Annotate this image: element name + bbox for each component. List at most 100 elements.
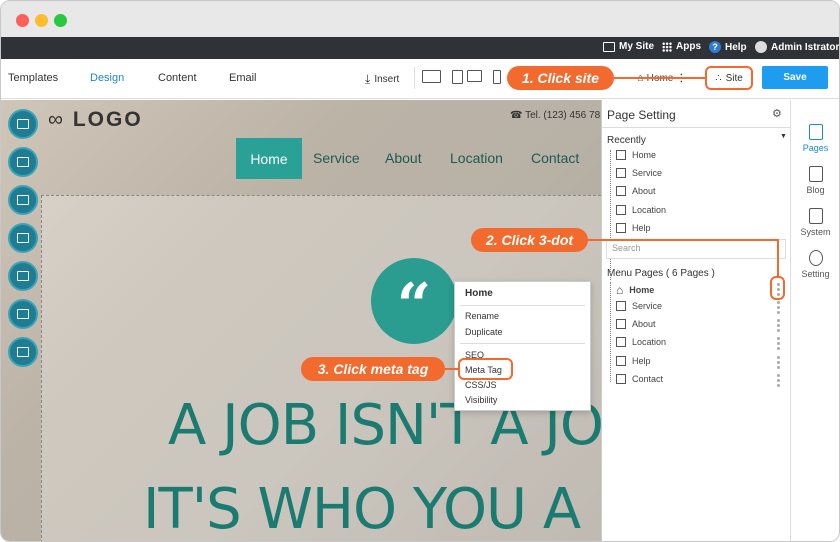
rail-blog[interactable]: Blog xyxy=(790,166,839,195)
help-link[interactable]: ? Help xyxy=(709,41,747,53)
tool-button-image[interactable] xyxy=(8,223,38,253)
tool-button-widget[interactable] xyxy=(8,337,38,367)
recent-page-label: Help xyxy=(632,223,651,233)
tablet-portrait-icon[interactable] xyxy=(452,70,463,84)
page-options-icon[interactable] xyxy=(777,337,780,352)
tool-button-menu[interactable] xyxy=(8,185,38,215)
tool-button-gallery[interactable] xyxy=(8,261,38,291)
avatar-icon xyxy=(755,41,767,53)
recent-page-home[interactable]: Home xyxy=(616,150,656,160)
page-icon xyxy=(616,301,626,311)
menu-page-service[interactable]: Service xyxy=(616,301,662,311)
phone-icon: ☎ xyxy=(510,110,523,121)
tab-templates[interactable]: Templates xyxy=(8,72,58,84)
recent-page-location[interactable]: Location xyxy=(616,205,666,215)
page-icon xyxy=(616,205,626,215)
page-options-icon[interactable] xyxy=(777,374,780,389)
maximize-window-button[interactable] xyxy=(54,14,67,27)
tab-design[interactable]: Design xyxy=(90,72,124,84)
logo-infinity-icon: ∞ xyxy=(48,108,65,131)
tab-email[interactable]: Email xyxy=(229,72,257,84)
recent-page-about[interactable]: About xyxy=(616,186,656,196)
menu-page-help[interactable]: Help xyxy=(616,356,651,366)
site-button[interactable]: ∴ Site xyxy=(705,66,753,90)
menu-pages-label: Menu Pages ( 6 Pages ) xyxy=(607,268,715,279)
rail-setting[interactable]: Setting xyxy=(790,250,839,279)
page-search-input[interactable]: Search xyxy=(606,239,786,259)
menu-page-contact[interactable]: Contact xyxy=(616,374,663,384)
site-logo[interactable]: ∞ LOGO xyxy=(48,108,143,132)
callout-step-3: 3. Click meta tag xyxy=(301,357,445,381)
window-titlebar xyxy=(1,1,839,37)
highlight-three-dot xyxy=(770,276,785,300)
page-options-icon[interactable] xyxy=(777,356,780,371)
settings-gear-icon[interactable]: ⚙ xyxy=(772,107,782,120)
gear-icon xyxy=(808,250,823,266)
menu-item-duplicate[interactable]: Duplicate xyxy=(465,327,503,337)
recently-label: Recently xyxy=(607,135,646,146)
desktop-view-icon[interactable] xyxy=(422,70,441,83)
rail-system[interactable]: System xyxy=(790,208,839,237)
divider xyxy=(460,305,585,306)
home-icon: ⌂ xyxy=(616,283,624,297)
caret-down-icon[interactable]: ▼ xyxy=(780,133,787,140)
tool-button-section[interactable] xyxy=(8,299,38,329)
recent-page-service[interactable]: Service xyxy=(616,168,662,178)
menu-page-location[interactable]: Location xyxy=(616,337,666,347)
browser-window: My Site Apps ? Help Admin Istrator Templ… xyxy=(0,0,840,542)
tablet-landscape-icon[interactable] xyxy=(467,70,482,82)
gallery-icon xyxy=(17,271,29,281)
page-options-icon[interactable] xyxy=(777,319,780,334)
help-label: Help xyxy=(725,41,747,53)
recent-page-label: Location xyxy=(632,205,667,215)
site-nav-contact[interactable]: Contact xyxy=(531,150,579,166)
apps-link[interactable]: Apps xyxy=(662,41,701,52)
page-icon xyxy=(616,356,626,366)
callout-step-2: 2. Click 3-dot xyxy=(471,228,588,252)
apps-label: Apps xyxy=(676,41,701,52)
site-nav-home[interactable]: Home xyxy=(236,138,302,179)
callout-connector xyxy=(614,77,705,79)
minimize-window-button[interactable] xyxy=(35,14,48,27)
menu-page-label: Contact xyxy=(632,374,664,384)
tool-button-layout[interactable] xyxy=(8,147,38,177)
image-icon xyxy=(17,233,29,243)
user-name: Admin Istrator xyxy=(771,41,840,53)
menu-page-label: Location xyxy=(632,337,667,347)
widget-icon xyxy=(17,347,29,357)
site-nav-service[interactable]: Service xyxy=(313,150,360,166)
menu-page-home[interactable]: ⌂ Home xyxy=(616,283,654,297)
close-window-button[interactable] xyxy=(16,14,29,27)
page-options-icon[interactable] xyxy=(777,301,780,316)
rail-label: Pages xyxy=(802,143,829,153)
menu-page-about[interactable]: About xyxy=(616,319,656,329)
menu-item-css-js[interactable]: CSS/JS xyxy=(465,380,497,390)
callout-step-1: 1. Click site xyxy=(507,66,614,90)
hero-headline-line-2: IT'S WHO YOU A xyxy=(143,477,581,542)
recent-page-help[interactable]: Help xyxy=(616,223,651,233)
tree-line xyxy=(610,282,611,382)
page-context-menu: Home Rename Duplicate SEO Meta Tag CSS/J… xyxy=(454,281,591,411)
page-icon xyxy=(616,168,626,178)
site-dots-icon: ∴ xyxy=(715,72,722,84)
rail-pages[interactable]: Pages xyxy=(790,124,839,153)
recent-page-label: Service xyxy=(632,168,663,178)
menu-item-visibility[interactable]: Visibility xyxy=(465,395,497,405)
save-button[interactable]: Save xyxy=(762,66,828,89)
panel-header: Page Setting ⚙ xyxy=(602,100,791,128)
callout-connector xyxy=(777,239,779,277)
divider xyxy=(414,67,415,89)
mobile-view-icon[interactable] xyxy=(493,70,501,84)
site-nav-location[interactable]: Location xyxy=(450,150,503,166)
divider xyxy=(460,343,585,344)
tab-content[interactable]: Content xyxy=(158,72,197,84)
rail-label: Blog xyxy=(806,185,825,195)
tool-button-header[interactable] xyxy=(8,109,38,139)
menu-item-rename[interactable]: Rename xyxy=(465,311,499,321)
site-nav-about[interactable]: About xyxy=(385,150,422,166)
insert-button[interactable]: ⤓ Insert xyxy=(365,72,399,87)
menu-icon xyxy=(17,195,29,205)
user-menu[interactable]: Admin Istrator xyxy=(755,41,839,53)
rail-label: System xyxy=(800,227,831,237)
my-site-link[interactable]: My Site xyxy=(603,41,654,52)
